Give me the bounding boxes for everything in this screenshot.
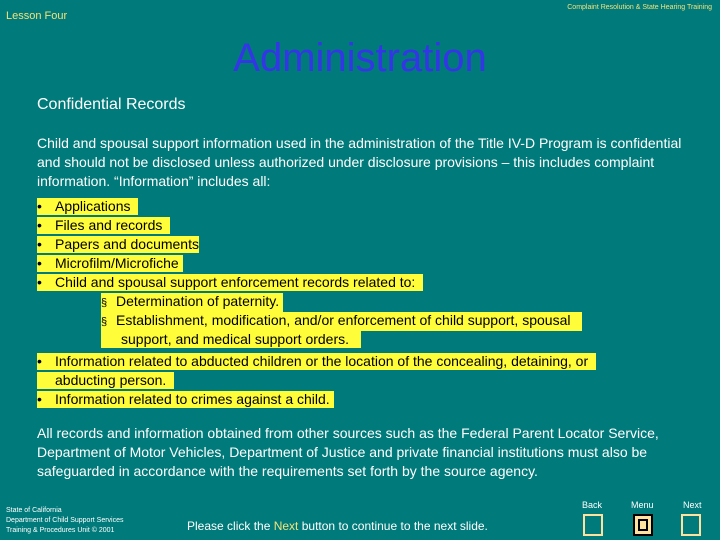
bullet-icon: • [37, 198, 42, 214]
bullet-icon: • [37, 391, 42, 407]
menu-label: Menu [631, 500, 654, 510]
next-keyword: Next [273, 519, 299, 533]
sub-list-item: § Determination of paternity. [101, 293, 284, 312]
bullet-icon: • [37, 217, 42, 233]
back-button[interactable] [583, 514, 603, 536]
back-label: Back [582, 500, 603, 510]
course-title: Complaint Resolution & State Hearing Tra… [567, 4, 712, 11]
lesson-label: Lesson Four [6, 10, 68, 22]
list-item-continued: abducting person. [37, 372, 175, 389]
list-item: • Information related to crimes against a… [37, 391, 334, 408]
next-label: Next [683, 500, 702, 510]
menu-button[interactable] [633, 514, 653, 536]
bullet-icon: • [37, 353, 42, 369]
sub-list-item-continued: support, and medical support orders. [101, 331, 361, 348]
organization-footer: State of California Department of Child … [6, 507, 124, 534]
list-item: • Child and spousal support enforcement r… [37, 274, 424, 291]
sub-list-item: § Establishment, modification, and/or enf… [101, 312, 583, 331]
list-item: • Files and records [37, 217, 171, 234]
section-bullet-icon: § [101, 297, 108, 309]
intro-paragraph: Child and spousal support information us… [37, 135, 682, 189]
bullet-icon: • [37, 236, 42, 252]
slide-title: Administration [233, 36, 487, 80]
list-item: • Applications [37, 198, 139, 215]
bullet-icon: • [37, 274, 42, 290]
slide-subtitle: Confidential Records [37, 96, 186, 113]
list-item: • Information related to abducted childre… [37, 353, 596, 370]
list-item: • Microfilm/Microfiche [37, 255, 183, 272]
next-button[interactable] [681, 514, 701, 536]
navigation-prompt: Please click the Next button to continue… [187, 519, 488, 533]
menu-icon [638, 519, 648, 531]
outro-paragraph: All records and information obtained fro… [37, 425, 659, 479]
bullet-icon: • [37, 255, 42, 271]
section-bullet-icon: § [101, 316, 108, 328]
list-item: • Papers and documents [37, 236, 199, 253]
